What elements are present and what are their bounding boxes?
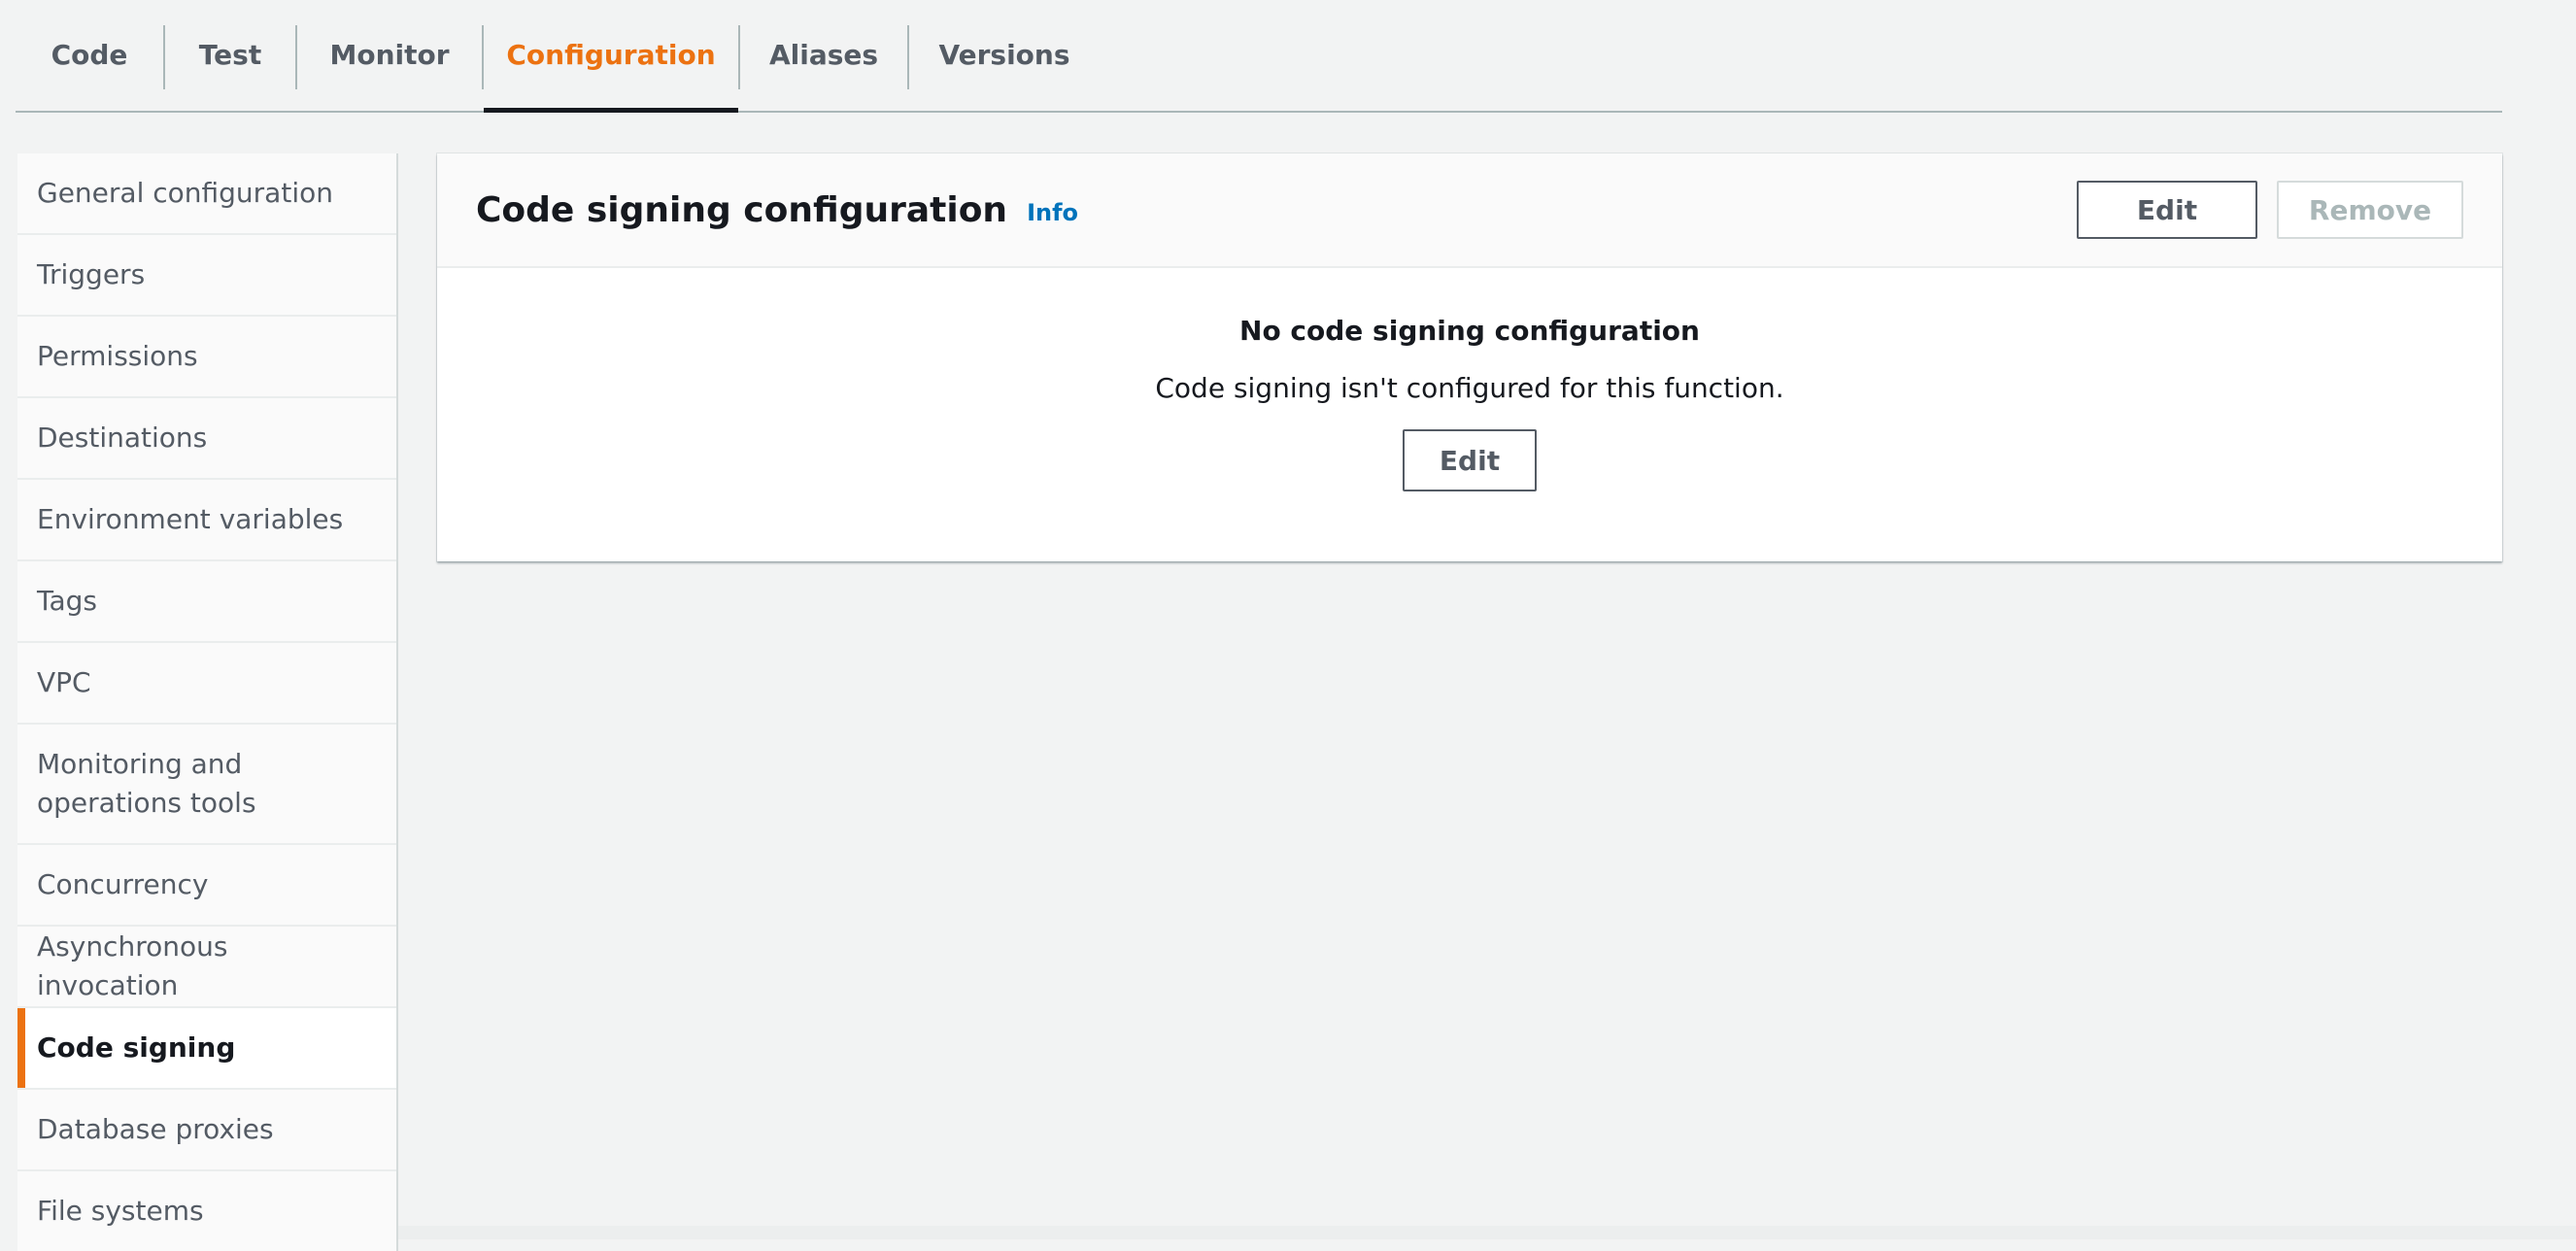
code-signing-panel: Code signing configuration Info Edit Rem… <box>437 153 2502 561</box>
panel-header: Code signing configuration Info Edit Rem… <box>437 153 2502 268</box>
configuration-sidenav: General configuration Triggers Permissio… <box>17 153 398 1251</box>
sidenav-item-destinations[interactable]: Destinations <box>17 398 396 480</box>
empty-state-edit-button[interactable]: Edit <box>1403 429 1537 491</box>
sidenav-item-code-signing[interactable]: Code signing <box>17 1008 396 1090</box>
tab-configuration[interactable]: Configuration <box>484 0 738 113</box>
sidenav-item-permissions[interactable]: Permissions <box>17 317 396 398</box>
bottom-edge <box>398 1226 2576 1239</box>
tab-monitor[interactable]: Monitor <box>297 0 482 109</box>
sidenav-item-vpc[interactable]: VPC <box>17 643 396 725</box>
empty-state: No code signing configuration Code signi… <box>437 268 2502 491</box>
tab-aliases[interactable]: Aliases <box>740 0 907 109</box>
sidenav-item-tags[interactable]: Tags <box>17 561 396 643</box>
edit-button[interactable]: Edit <box>2077 181 2257 239</box>
tab-versions[interactable]: Versions <box>909 0 1100 109</box>
panel-title: Code signing configuration <box>476 189 1008 230</box>
tab-bar: Code Test Monitor Configuration Aliases … <box>16 0 2502 113</box>
sidenav-item-monitoring-tools[interactable]: Monitoring and operations tools <box>17 725 396 845</box>
sidenav-item-environment-variables[interactable]: Environment variables <box>17 480 396 561</box>
tab-code[interactable]: Code <box>16 0 163 109</box>
sidenav-item-database-proxies[interactable]: Database proxies <box>17 1090 396 1171</box>
sidenav-item-general-configuration[interactable]: General configuration <box>17 153 396 235</box>
sidenav-item-concurrency[interactable]: Concurrency <box>17 845 396 927</box>
empty-state-description: Code signing isn't configured for this f… <box>1155 372 1784 404</box>
info-link[interactable]: Info <box>1027 199 1078 226</box>
remove-button[interactable]: Remove <box>2277 181 2463 239</box>
header-actions: Edit Remove <box>2077 181 2463 239</box>
tab-test[interactable]: Test <box>165 0 295 109</box>
empty-state-title: No code signing configuration <box>1239 315 1700 347</box>
sidenav-item-asynchronous-invocation[interactable]: Asynchronous invocation <box>17 927 396 1008</box>
sidenav-item-triggers[interactable]: Triggers <box>17 235 396 317</box>
